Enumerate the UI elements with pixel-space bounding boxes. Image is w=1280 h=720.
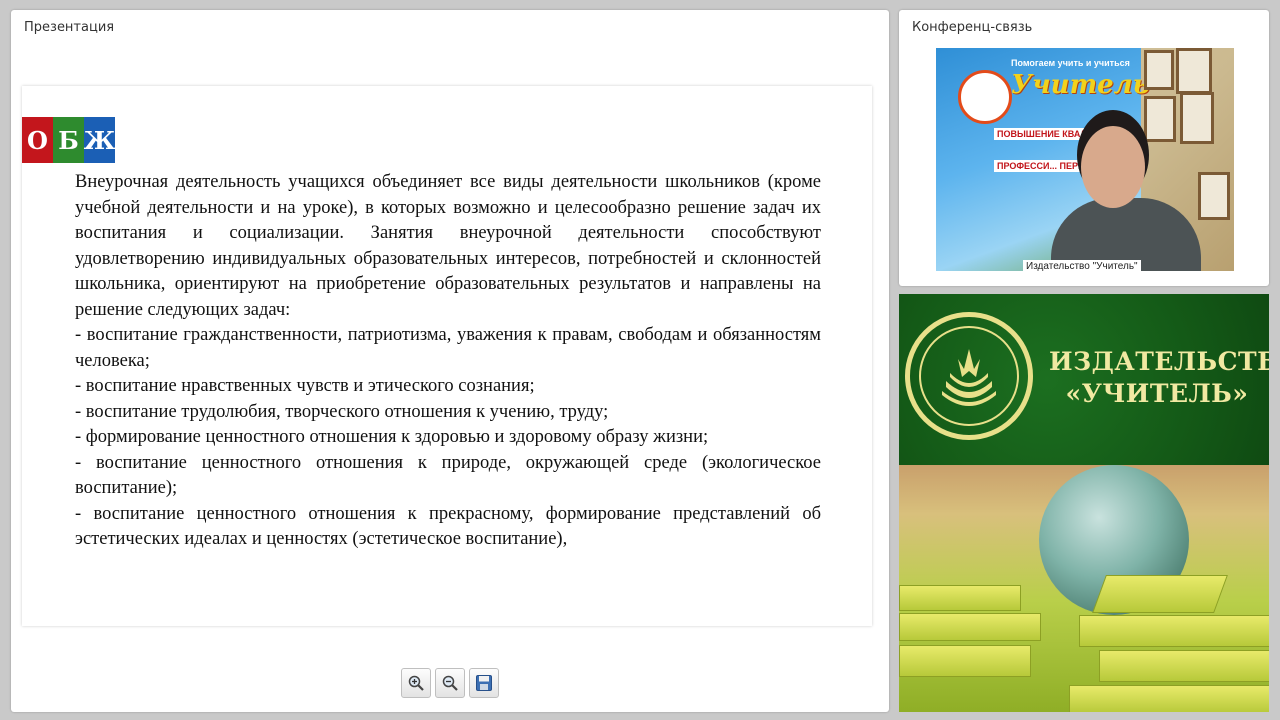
book-stack xyxy=(899,585,1021,611)
zoom-in-button[interactable] xyxy=(401,668,431,698)
wall-frame xyxy=(1176,48,1212,94)
book-stack xyxy=(1069,685,1269,712)
video-feed[interactable]: Помогаем учить и учиться Учитель ПОВЫШЕН… xyxy=(936,48,1234,271)
floppy-disk-icon xyxy=(476,675,492,691)
publisher-name: ИЗДАТЕЛЬСТВО «УЧИТЕЛЬ» xyxy=(1049,346,1269,410)
presentation-slide: О Б Ж Внеурочная деятельность учащихся о… xyxy=(22,86,872,626)
book-stack xyxy=(899,645,1031,677)
banner-logo-icon xyxy=(958,70,1012,124)
logo-letter-zh: Ж xyxy=(84,117,115,163)
presentation-title: Презентация xyxy=(24,20,115,35)
slide-list-item: - воспитание ценностного отношения к при… xyxy=(75,452,821,499)
wall-frame xyxy=(1180,92,1214,144)
slide-paragraph: Внеурочная деятельность учащихся объедин… xyxy=(75,172,821,320)
slide-list-item: - воспитание ценностного отношения к пре… xyxy=(75,503,821,550)
logo-letter-b: Б xyxy=(53,117,84,163)
publisher-banner: ИЗДАТЕЛЬСТВО «УЧИТЕЛЬ» xyxy=(899,294,1269,712)
slide-body-text: Внеурочная деятельность учащихся объедин… xyxy=(75,170,821,553)
zoom-out-icon xyxy=(442,675,458,691)
publisher-name-line2: «УЧИТЕЛЬ» xyxy=(1065,379,1249,408)
slide-list-item: - воспитание гражданственности, патриоти… xyxy=(75,325,821,371)
book-stack xyxy=(1079,615,1269,647)
zoom-in-icon xyxy=(408,675,424,691)
logo-letter-o: О xyxy=(22,117,53,163)
book-stack xyxy=(899,613,1041,641)
video-caption: Издательство "Учитель" xyxy=(1023,260,1141,271)
publisher-header: ИЗДАТЕЛЬСТВО «УЧИТЕЛЬ» xyxy=(899,294,1269,465)
speaker-head xyxy=(1081,126,1145,208)
slide-list-item: - воспитание трудолюбия, творческого отн… xyxy=(75,401,609,422)
publisher-photo xyxy=(899,465,1269,712)
conference-title: Конференц-связь xyxy=(912,20,1033,35)
wall-frame xyxy=(1144,50,1174,90)
publisher-logo-icon xyxy=(905,312,1033,440)
book-stack xyxy=(1099,650,1269,682)
presentation-toolbar xyxy=(401,668,499,698)
obzh-logo: О Б Ж xyxy=(22,117,115,163)
banner-name: Учитель xyxy=(1011,70,1150,100)
publisher-name-line1: ИЗДАТЕЛЬСТВО xyxy=(1049,347,1269,376)
presentation-panel: Презентация О Б Ж Внеурочная деятельност… xyxy=(11,10,889,712)
zoom-out-button[interactable] xyxy=(435,668,465,698)
open-book xyxy=(1092,575,1228,613)
slide-list-item: - воспитание нравственных чувств и этиче… xyxy=(75,376,535,396)
wall-frame xyxy=(1198,172,1230,220)
banner-slogan: Помогаем учить и учиться xyxy=(1011,58,1130,68)
slide-list-item: - формирование ценностного отношения к з… xyxy=(75,427,709,447)
wall-frame xyxy=(1144,96,1176,142)
conference-panel: Конференц-связь Помогаем учить и учиться… xyxy=(899,10,1269,286)
save-button[interactable] xyxy=(469,668,499,698)
